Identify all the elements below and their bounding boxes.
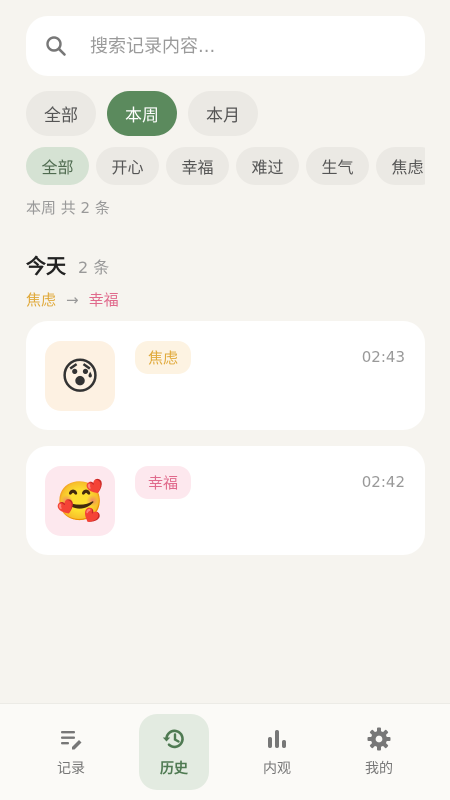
tab-history-label: 历史: [160, 761, 188, 777]
bar-chart-icon: [268, 730, 286, 748]
tab-mine[interactable]: 我的: [344, 714, 414, 790]
edit-list-icon: [61, 731, 82, 750]
mood-flow-from: 焦虑: [26, 291, 57, 309]
mood-flow: 焦虑 → 幸福: [26, 289, 119, 310]
day-group-header: 今天 2 条: [26, 250, 109, 279]
period-tabs: 全部 本周 本月: [26, 91, 258, 136]
mood-chip-all[interactable]: 全部: [26, 147, 89, 185]
tab-this-week[interactable]: 本周: [107, 91, 177, 136]
tab-record[interactable]: 记录: [36, 714, 106, 790]
entry-card[interactable]: 🥰 幸福 02:42: [26, 446, 425, 555]
mood-filter-row[interactable]: 全部 开心 幸福 难过 生气 焦虑: [26, 147, 425, 185]
mood-chip-happy[interactable]: 开心: [96, 147, 159, 185]
mood-tag: 焦虑: [135, 341, 192, 374]
day-title: 今天: [26, 254, 66, 278]
mood-chip-angry[interactable]: 生气: [306, 147, 369, 185]
mood-chip-sad[interactable]: 难过: [236, 147, 299, 185]
mood-flow-to: 幸福: [88, 291, 119, 309]
tab-this-month[interactable]: 本月: [188, 91, 258, 136]
anxious-face-icon: 😰: [45, 341, 115, 411]
day-count: 2 条: [78, 258, 110, 277]
tab-record-label: 记录: [57, 761, 85, 777]
search-bar[interactable]: [26, 16, 425, 76]
mood-tag: 幸福: [135, 466, 192, 499]
tab-all[interactable]: 全部: [26, 91, 96, 136]
tab-mine-label: 我的: [365, 761, 393, 777]
record-count: 本周 共 2 条: [26, 199, 110, 217]
entry-card[interactable]: 😰 焦虑 02:43: [26, 321, 425, 430]
gear-icon: [367, 727, 391, 751]
tab-history[interactable]: 历史: [139, 714, 209, 790]
tab-insight[interactable]: 内观: [242, 714, 312, 790]
entry-time: 02:42: [361, 473, 405, 491]
mood-chip-anxious[interactable]: 焦虑: [376, 147, 425, 185]
tab-insight-label: 内观: [263, 761, 291, 777]
arrow-right-icon: →: [66, 290, 79, 309]
smiling-hearts-face-icon: 🥰: [45, 466, 115, 536]
mood-chip-blessed[interactable]: 幸福: [166, 147, 229, 185]
search-input[interactable]: [90, 35, 390, 57]
history-icon: [162, 729, 184, 749]
entry-time: 02:43: [361, 348, 405, 366]
bottom-tab-bar: 记录 历史 内观 我的: [0, 703, 450, 800]
search-icon: [46, 36, 66, 56]
